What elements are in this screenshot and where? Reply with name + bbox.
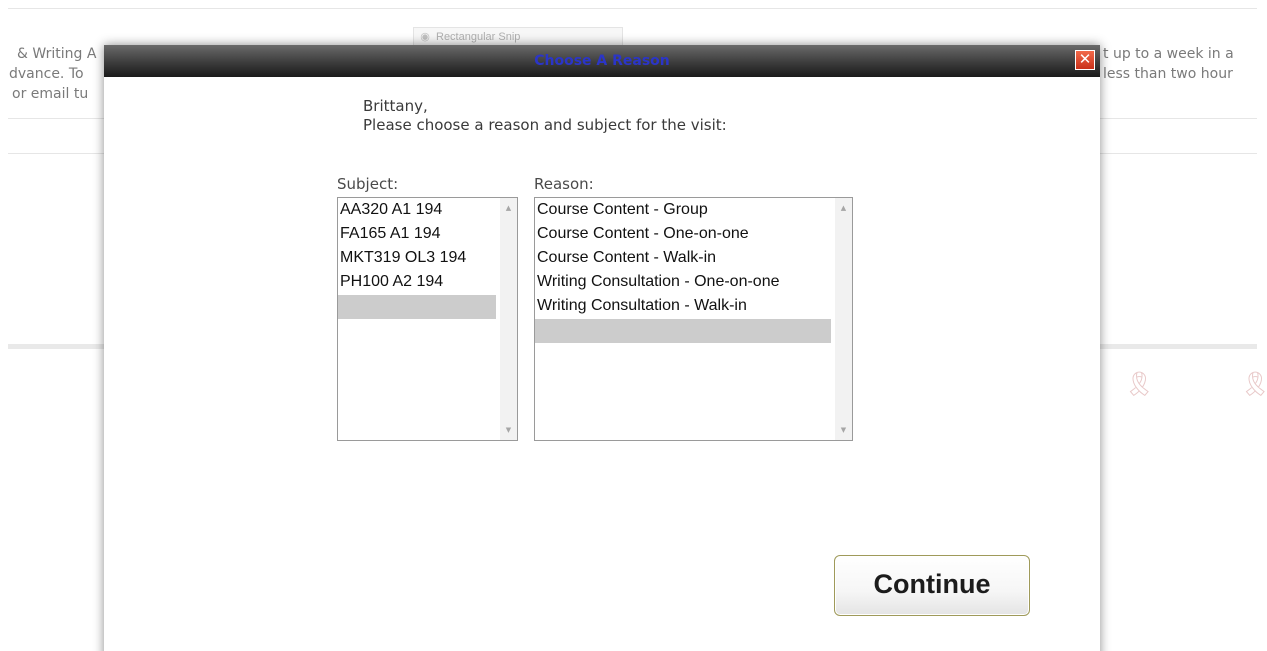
reason-scrollbar[interactable]: ▲ ▼: [835, 198, 852, 440]
subject-scrollbar[interactable]: ▲ ▼: [500, 198, 517, 440]
reason-option[interactable]: Writing Consultation - Walk-in: [535, 295, 831, 319]
reason-options: Course Content - Group Course Content - …: [535, 199, 831, 343]
greeting: Brittany, Please choose a reason and sub…: [363, 97, 727, 135]
scroll-down-icon[interactable]: ▼: [500, 425, 517, 435]
background-text-line: t up to a week in a: [1103, 46, 1234, 62]
subject-option[interactable]: AA320 A1 194: [338, 199, 496, 223]
background-text-line: less than two hour: [1103, 66, 1233, 82]
reason-option[interactable]: Course Content - One-on-one: [535, 223, 831, 247]
reason-option[interactable]: [535, 319, 831, 343]
subject-option[interactable]: MKT319 OL3 194: [338, 247, 496, 271]
ribbon-icon: 🎗: [1240, 370, 1267, 398]
page: & Writing A dvance. To or email tu t up …: [0, 0, 1267, 651]
reason-listbox[interactable]: Course Content - Group Course Content - …: [534, 197, 853, 441]
subject-option[interactable]: FA165 A1 194: [338, 223, 496, 247]
reason-option[interactable]: Course Content - Walk-in: [535, 247, 831, 271]
scroll-up-icon[interactable]: ▲: [835, 203, 852, 213]
subject-label: Subject:: [337, 175, 399, 193]
continue-button[interactable]: Continue: [834, 555, 1030, 616]
background-divider: [8, 8, 1257, 9]
subject-listbox[interactable]: AA320 A1 194 FA165 A1 194 MKT319 OL3 194…: [337, 197, 518, 441]
snip-mode-label: Rectangular Snip: [436, 31, 521, 43]
scroll-down-icon[interactable]: ▼: [835, 425, 852, 435]
reason-option[interactable]: Course Content - Group: [535, 199, 831, 223]
dialog-title: Choose A Reason: [534, 53, 670, 69]
background-text-line: dvance. To: [9, 66, 84, 82]
close-button[interactable]: ✕: [1075, 50, 1095, 70]
subject-options: AA320 A1 194 FA165 A1 194 MKT319 OL3 194…: [338, 199, 496, 319]
snipping-tool-bar: ◉ Rectangular Snip: [413, 27, 623, 47]
choose-reason-dialog: Choose A Reason ✕ Brittany, Please choos…: [104, 45, 1100, 651]
greeting-name: Brittany,: [363, 97, 428, 115]
background-text-line: or email tu: [12, 86, 89, 102]
reason-option[interactable]: Writing Consultation - One-on-one: [535, 271, 831, 295]
background-text-line: & Writing A: [17, 46, 97, 62]
snip-icon: ◉: [420, 31, 430, 43]
instruction-text: Please choose a reason and subject for t…: [363, 116, 727, 134]
scroll-up-icon[interactable]: ▲: [500, 203, 517, 213]
subject-option[interactable]: [338, 295, 496, 319]
subject-option[interactable]: PH100 A2 194: [338, 271, 496, 295]
ribbon-icon: 🎗: [1124, 370, 1155, 398]
reason-label: Reason:: [534, 175, 594, 193]
